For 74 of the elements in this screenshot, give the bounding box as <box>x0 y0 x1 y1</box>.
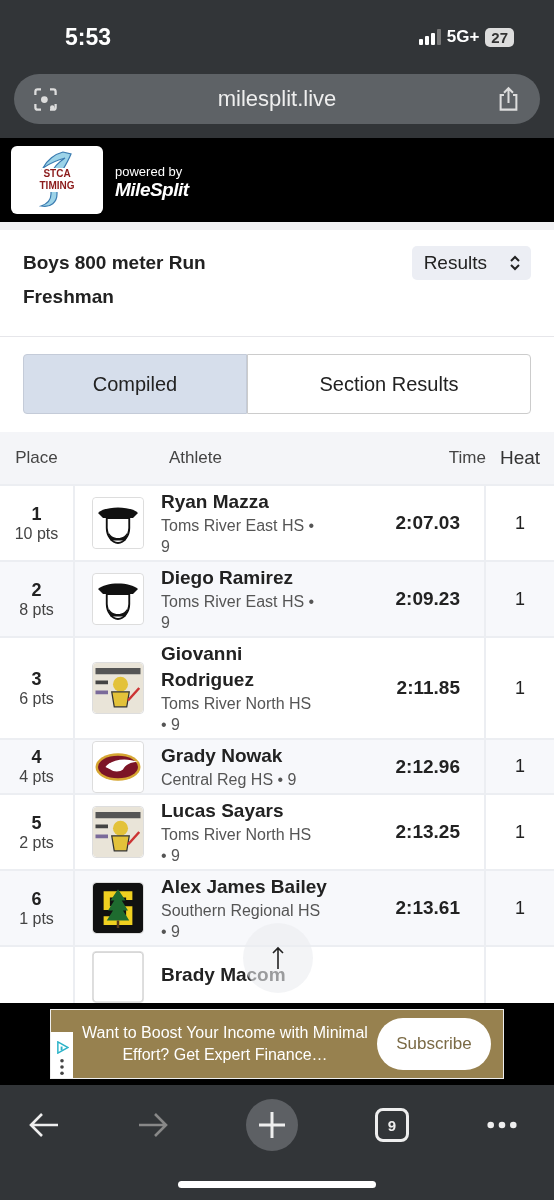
grade-label: 9 <box>161 537 170 557</box>
place-number: 1 <box>31 503 42 525</box>
forward-arrow-icon[interactable] <box>137 1111 169 1139</box>
place-number: 4 <box>31 747 42 768</box>
grade-label: • 9 <box>161 922 180 942</box>
team-name: Southern Regional HS <box>161 901 321 921</box>
result-time: 2:07.03 <box>395 512 460 533</box>
team-name: Toms River East HS • <box>161 592 315 612</box>
tab[interactable]: Section Results <box>247 354 531 414</box>
logo-text: STCA <box>42 168 72 180</box>
chevron-updown-icon <box>509 254 521 272</box>
ad-choices-icon[interactable] <box>55 1041 69 1054</box>
points-label: 4 pts <box>19 768 54 786</box>
back-arrow-icon[interactable] <box>28 1111 60 1139</box>
team-name: Toms River East HS • <box>161 516 315 536</box>
points-label: 1 pts <box>19 909 54 928</box>
athlete-name[interactable]: Lucas Sayars <box>161 798 284 824</box>
subscribe-button[interactable]: Subscribe <box>377 1018 491 1070</box>
up-arrow-icon <box>272 946 284 970</box>
new-tab-icon[interactable] <box>246 1099 298 1151</box>
points-label: 6 pts <box>19 689 54 708</box>
points-label: 8 pts <box>19 600 54 619</box>
place-number: 6 <box>31 888 42 910</box>
athlete-name[interactable]: Brady Macom <box>161 962 286 988</box>
heat-number: 1 <box>515 821 525 843</box>
column-header: Athlete <box>168 447 223 469</box>
result-time: 2:09.23 <box>395 588 460 609</box>
ad-banner[interactable]: Want to Boost Your Income with Minimal Effort? Get Expert Finance… Subscribe <box>50 1009 504 1079</box>
event-title: Boys 800 meter Run <box>23 251 206 275</box>
athlete-name[interactable]: Alex James Bailey <box>161 874 327 900</box>
tab[interactable]: Compiled <box>23 354 247 414</box>
column-header: Heat <box>498 446 542 470</box>
place-number: 2 <box>31 579 42 601</box>
address-bar[interactable]: milesplit.live <box>14 74 540 124</box>
team-name: Central Reg HS • 9 <box>161 770 297 790</box>
network-label: 5G+ <box>446 27 480 47</box>
grade-label: • 9 <box>161 846 180 866</box>
ad-text: Want to Boost Your Income with Minimal Effort? Get Expert Finance… <box>81 1023 369 1065</box>
url-text: milesplit.live <box>217 86 337 112</box>
points-label: 2 pts <box>19 833 54 852</box>
tree-letter-icon <box>92 882 144 934</box>
result-time: 2:11.85 <box>396 677 460 698</box>
result-time: 2:12.96 <box>395 755 460 777</box>
athlete-name[interactable]: Diego Ramirez <box>161 565 293 591</box>
heat-number: 1 <box>515 897 525 919</box>
clock-time: 5:53 <box>65 23 112 51</box>
heat-number: 1 <box>515 588 525 610</box>
result-time: 2:13.61 <box>395 897 460 918</box>
grade-label: 9 <box>161 613 170 633</box>
points-label: 10 pts <box>14 524 59 543</box>
results-select[interactable]: Results <box>411 246 531 280</box>
tab-count-button[interactable]: 9 <box>375 1108 409 1142</box>
athlete-name[interactable]: Grady Nowak <box>161 743 283 769</box>
more-options-icon[interactable] <box>59 1058 65 1076</box>
athlete-name[interactable]: Giovanni Rodriguez <box>161 641 340 693</box>
camera-search-icon[interactable] <box>32 85 59 113</box>
place-number: 3 <box>31 668 42 690</box>
place-number: 5 <box>31 812 42 834</box>
team-name: Toms River North HS <box>161 694 312 714</box>
battery-level: 27 <box>485 27 514 47</box>
grade-label: • 9 <box>161 715 180 735</box>
heat-number: 1 <box>515 512 525 534</box>
team-name: Toms River North HS <box>161 825 312 845</box>
heat-number: 1 <box>515 677 525 699</box>
event-subtitle: Freshman <box>23 285 115 309</box>
column-header: Place <box>14 447 59 469</box>
brand-name: MileSplit <box>115 178 189 201</box>
result-time: 2:13.25 <box>395 821 460 842</box>
logo-text: TIMING <box>38 180 76 192</box>
athlete-name[interactable]: Ryan Mazza <box>161 489 269 515</box>
signal-icon <box>418 29 441 45</box>
heat-number: 1 <box>515 756 525 777</box>
powered-by-label: powered by <box>115 163 184 179</box>
column-header: Time <box>448 448 486 468</box>
